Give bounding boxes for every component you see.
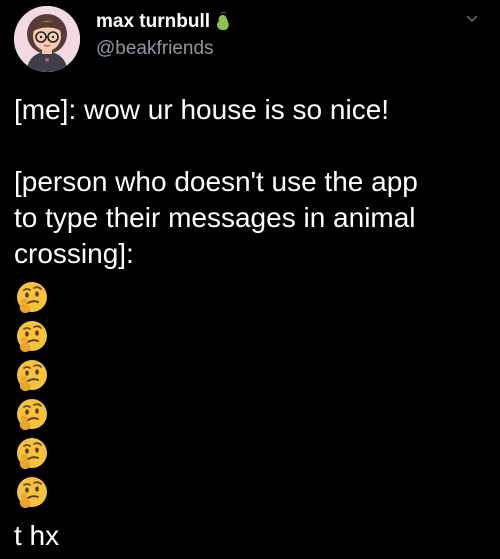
tweet-line: [person who doesn't use the app: [14, 166, 418, 197]
emoji-list: [14, 280, 50, 514]
author-display-name[interactable]: max turnbull: [96, 11, 210, 33]
pear-icon: [214, 11, 232, 32]
avatar-image: [14, 6, 80, 72]
avatar[interactable]: [14, 6, 80, 72]
thinking-face-icon: [14, 358, 50, 394]
tweet-closing-text: t hx: [14, 520, 60, 551]
chevron-down-icon[interactable]: [464, 10, 480, 26]
tweet-text: [me]: wow ur house is so nice! [person w…: [14, 92, 494, 272]
author-name-row[interactable]: max turnbull: [96, 10, 232, 34]
author-handle[interactable]: @beakfriends: [96, 38, 214, 60]
thinking-face-icon: [14, 397, 50, 433]
thinking-face-icon: [14, 280, 50, 316]
thinking-face-icon: [14, 319, 50, 355]
thinking-face-icon: [14, 436, 50, 472]
tweet-header: max turnbull @beakfriends: [0, 0, 500, 80]
tweet-line: to type their messages in animal: [14, 202, 416, 233]
tweet-line: crossing]:: [14, 238, 134, 269]
thinking-face-icon: [14, 475, 50, 511]
tweet-line: [me]: wow ur house is so nice!: [14, 94, 390, 125]
